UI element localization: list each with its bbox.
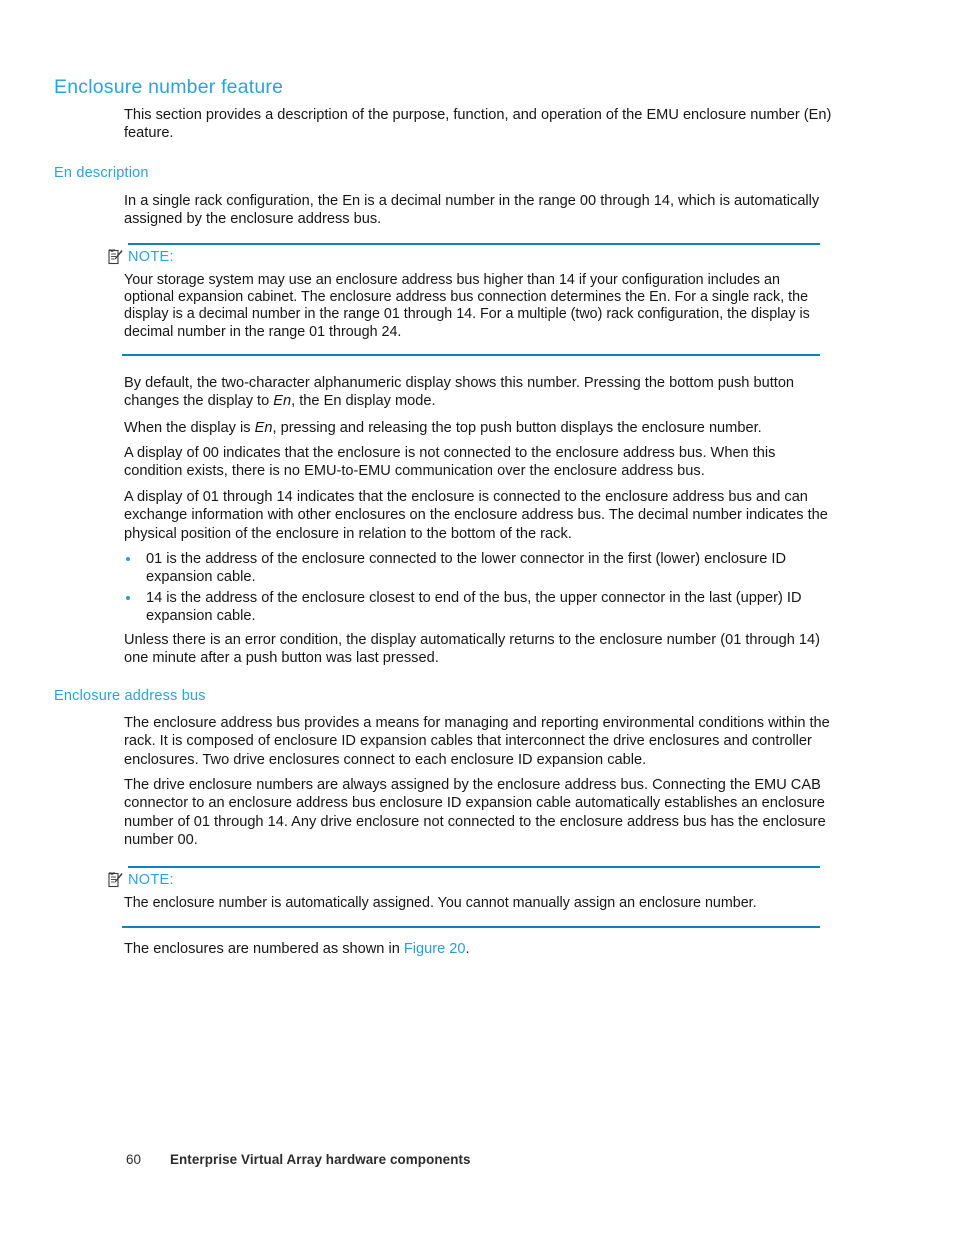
page-title: Enclosure number feature <box>54 76 284 98</box>
closing-suffix: . <box>465 941 470 957</box>
para3-part-a: When the display is <box>124 420 255 436</box>
intro-paragraph: This section provides a description of t… <box>124 107 832 142</box>
list-item: 01 is the address of the enclosure conne… <box>124 550 832 587</box>
note-label: NOTE: <box>128 872 174 888</box>
en-description-paragraph-2: By default, the two-character alphanumer… <box>124 374 832 411</box>
address-bus-paragraph-2: The drive enclosure numbers are always a… <box>124 777 826 849</box>
note-header: NOTE: <box>108 872 174 888</box>
note-bottom-rule <box>122 926 820 928</box>
note-body-text: Your storage system may use an enclosure… <box>124 272 810 340</box>
para2-part-b: , the En display mode. <box>291 393 436 410</box>
bullet-dot-icon <box>126 557 130 561</box>
heading-enclosure-address-bus: Enclosure address bus <box>54 688 206 704</box>
note-top-rule <box>128 243 820 245</box>
para3-emphasis: En <box>254 420 273 436</box>
list-item: 14 is the address of the enclosure close… <box>124 589 832 626</box>
en-description-paragraph-5: A display of 01 through 14 indicates tha… <box>124 489 828 542</box>
list-item-text: 01 is the address of the enclosure conne… <box>146 551 787 586</box>
note-body-text: The enclosure number is automatically as… <box>124 895 757 911</box>
en-description-paragraph-1: In a single rack configuration, the En i… <box>124 193 820 228</box>
list-item-text: 14 is the address of the enclosure close… <box>146 589 802 625</box>
note-pencil-icon <box>108 872 123 888</box>
en-description-paragraph-4: A display of 00 indicates that the enclo… <box>124 445 776 480</box>
note-callout-address-bus: NOTE: The enclosure number is automatica… <box>108 866 820 930</box>
note-top-rule <box>128 866 820 868</box>
note-label: NOTE: <box>128 249 174 265</box>
en-description-paragraph-3: When the display is En, pressing and rel… <box>124 419 832 437</box>
note-bottom-rule <box>122 354 820 356</box>
para2-emphasis: En <box>273 393 292 410</box>
heading-en-description: En description <box>54 165 149 181</box>
closing-prefix: The enclosures are numbered as shown in <box>124 941 404 957</box>
en-description-bullet-list: 01 is the address of the enclosure conne… <box>124 550 832 628</box>
figure-20-link[interactable]: Figure 20 <box>404 941 466 957</box>
footer-page-number: 60 <box>126 1152 141 1167</box>
para2-part-a: By default, the two-character alphanumer… <box>124 375 795 410</box>
closing-paragraph: The enclosures are numbered as shown in … <box>124 940 832 958</box>
note-pencil-icon <box>108 249 123 265</box>
document-page: Enclosure number feature This section pr… <box>0 0 954 1235</box>
para3-part-b: , pressing and releasing the top push bu… <box>272 420 762 436</box>
footer-title: Enterprise Virtual Array hardware compon… <box>170 1152 471 1167</box>
note-header: NOTE: <box>108 249 174 265</box>
bullet-dot-icon <box>126 595 130 600</box>
en-description-paragraph-6: Unless there is an error condition, the … <box>124 632 821 667</box>
address-bus-paragraph-1: The enclosure address bus provides a mea… <box>124 715 830 768</box>
page-footer: 60 Enterprise Virtual Array hardware com… <box>0 1152 954 1172</box>
note-callout-en-description: NOTE: Your storage system may use an enc… <box>108 243 820 358</box>
